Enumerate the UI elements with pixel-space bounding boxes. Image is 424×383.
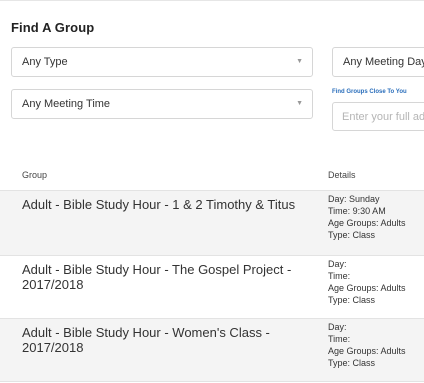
group-type-select[interactable]: Any Type ▼ — [11, 47, 313, 77]
detail-time: Time: 9:30 AM — [328, 206, 386, 216]
page-title: Find A Group — [11, 20, 95, 35]
meeting-day-value: Any Meeting Day — [343, 56, 424, 68]
detail-day: Day: Sunday — [328, 194, 380, 204]
group-details: Day: Time: Age Groups: Adults Type: Clas… — [328, 258, 406, 306]
detail-time: Time: — [328, 334, 351, 344]
table-header: Group Details — [0, 160, 424, 191]
detail-day: Day: — [328, 322, 347, 332]
group-name[interactable]: Adult - Bible Study Hour - Women's Class… — [22, 325, 302, 355]
group-type-value: Any Type — [22, 56, 68, 68]
group-details: Day: Sunday Time: 9:30 AM Age Groups: Ad… — [328, 193, 406, 241]
near-you-label: Find Groups Close To You — [332, 89, 407, 95]
meeting-day-select[interactable]: Any Meeting Day — [332, 47, 424, 77]
chevron-down-icon: ▼ — [296, 58, 303, 65]
details-column-header: Details — [328, 170, 356, 180]
detail-age-groups: Age Groups: Adults — [328, 218, 406, 228]
detail-age-groups: Age Groups: Adults — [328, 283, 406, 293]
detail-day: Day: — [328, 259, 347, 269]
table-row[interactable]: Adult - Bible Study Hour - The Gospel Pr… — [0, 256, 424, 319]
detail-type: Type: Class — [328, 295, 376, 305]
group-column-header: Group — [22, 170, 48, 180]
table-row[interactable]: Adult - Bible Study Hour - Women's Class… — [0, 319, 424, 382]
group-details: Day: Time: Age Groups: Adults Type: Clas… — [328, 321, 406, 369]
group-name[interactable]: Adult - Bible Study Hour - 1 & 2 Timothy… — [22, 197, 302, 212]
detail-time: Time: — [328, 271, 351, 281]
detail-age-groups: Age Groups: Adults — [328, 346, 406, 356]
chevron-down-icon: ▼ — [296, 100, 303, 107]
table-row[interactable]: Adult - Bible Study Hour - 1 & 2 Timothy… — [0, 191, 424, 256]
meeting-time-value: Any Meeting Time — [22, 98, 111, 110]
address-input[interactable]: Enter your full address — [332, 102, 424, 131]
meeting-time-select[interactable]: Any Meeting Time ▼ — [11, 89, 313, 119]
detail-type: Type: Class — [328, 358, 376, 368]
group-name[interactable]: Adult - Bible Study Hour - The Gospel Pr… — [22, 262, 302, 292]
top-divider — [0, 0, 424, 1]
detail-type: Type: Class — [328, 230, 376, 240]
